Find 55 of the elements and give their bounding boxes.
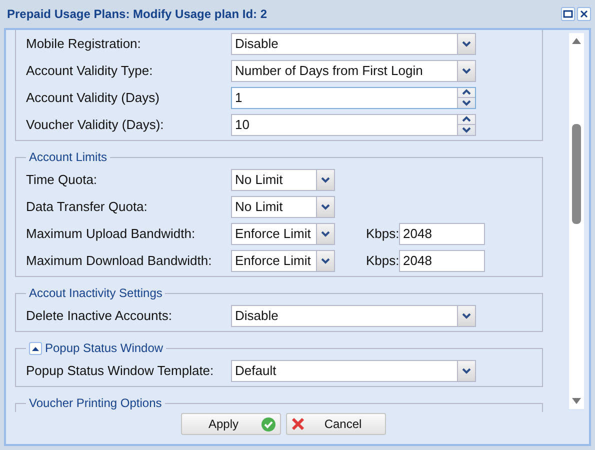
chevron-down-icon xyxy=(462,68,471,74)
chevron-up-icon xyxy=(462,89,471,96)
chevron-down-icon xyxy=(462,126,471,133)
field-label: Account Validity Type: xyxy=(26,62,154,80)
dropdown[interactable]: No Limit xyxy=(231,196,335,218)
checkmark-icon xyxy=(261,416,276,432)
chevron-down-icon xyxy=(462,100,471,106)
field-label: Data Transfer Quota: xyxy=(26,198,148,216)
section-legend: Popup Status Window xyxy=(45,341,164,356)
dropdown[interactable]: Default xyxy=(231,360,476,382)
chevron-down-icon xyxy=(321,230,330,236)
field-label: Delete Inactive Accounts: xyxy=(26,306,173,325)
field-label: Mobile Registration: xyxy=(26,34,142,53)
chevron-down-icon xyxy=(462,40,471,46)
field-label: Voucher Validity (Days): xyxy=(26,116,165,134)
field-label: Popup Status Window Template: xyxy=(26,362,215,380)
dropdown[interactable]: Enforce Limit xyxy=(231,250,335,272)
chevron-down-icon xyxy=(321,258,330,264)
number-spinner[interactable]: 10 xyxy=(231,114,476,136)
close-icon xyxy=(580,10,588,18)
chevron-up-icon xyxy=(462,116,471,122)
scrollbar[interactable] xyxy=(569,33,584,409)
chevron-down-icon xyxy=(321,204,330,210)
scrollbar-thumb[interactable] xyxy=(572,124,581,224)
scroll-up-icon[interactable] xyxy=(572,38,581,44)
window-title: Prepaid Usage Plans: Modify Usage plan Id: 2 xyxy=(7,6,268,23)
chevron-down-icon xyxy=(462,312,471,318)
triangle-up-icon xyxy=(32,346,39,350)
maximize-button[interactable] xyxy=(561,7,575,21)
collapse-toggle[interactable] xyxy=(29,342,42,355)
dropdown[interactable]: Disable xyxy=(231,32,476,54)
unit-label: Kbps: xyxy=(366,224,399,243)
dropdown[interactable]: No Limit xyxy=(231,168,335,190)
apply-button[interactable]: Apply xyxy=(181,413,281,435)
field-label: Time Quota: xyxy=(26,170,98,189)
dropdown[interactable]: Disable xyxy=(231,304,476,326)
number-spinner[interactable]: 1 xyxy=(231,86,476,108)
cancel-button[interactable]: Cancel xyxy=(286,413,386,435)
section-legend: Account Limits xyxy=(29,150,108,165)
scroll-down-icon[interactable] xyxy=(572,398,581,404)
field-label: Maximum Upload Bandwidth: xyxy=(26,224,196,243)
dropdown[interactable]: Number of Days from First Login xyxy=(231,60,476,82)
cross-icon xyxy=(291,417,305,431)
close-button[interactable] xyxy=(577,7,591,21)
section-legend: Accout Inactivity Settings xyxy=(29,286,162,301)
kbps-field[interactable]: 2048 xyxy=(399,250,485,272)
kbps-field[interactable]: 2048 xyxy=(399,222,485,244)
maximize-icon xyxy=(563,10,573,18)
field-label: Account Validity (Days) xyxy=(26,88,160,107)
chevron-down-icon xyxy=(462,368,471,374)
section-legend: Voucher Printing Options xyxy=(29,396,162,411)
field-label: Maximum Download Bandwidth: xyxy=(26,252,213,270)
chevron-down-icon xyxy=(321,176,330,182)
unit-label: Kbps: xyxy=(366,252,399,270)
dropdown[interactable]: Enforce Limit xyxy=(231,222,335,244)
